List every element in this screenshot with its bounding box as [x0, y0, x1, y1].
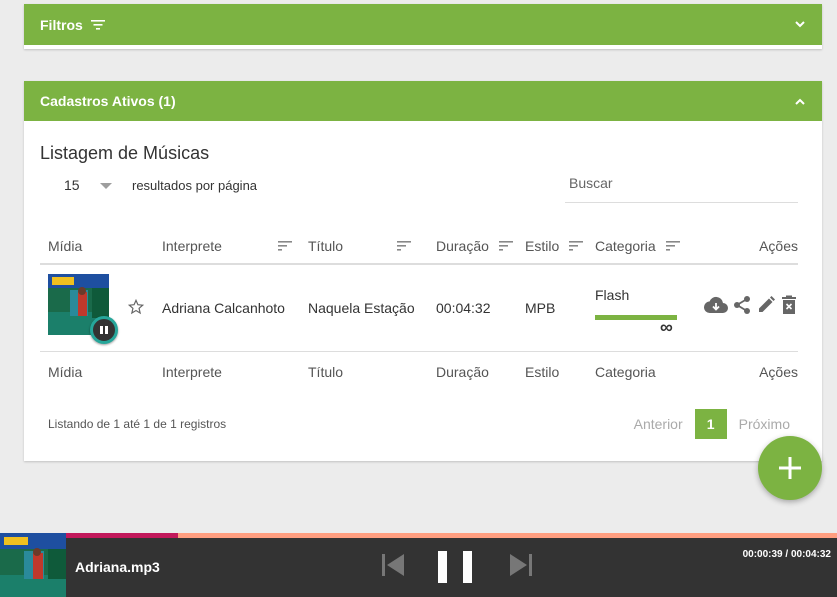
search-input[interactable] [569, 175, 798, 191]
infinity-label: ∞ [660, 317, 673, 337]
pagination-next[interactable]: Próximo [739, 416, 790, 432]
per-page-label: resultados por página [132, 177, 258, 193]
pagination: Anterior 1 Próximo [634, 409, 790, 439]
sort-icon[interactable] [397, 238, 412, 254]
share-icon[interactable] [732, 295, 752, 315]
footer-col-acoes: Ações [759, 364, 798, 380]
pause-icon [100, 326, 108, 334]
pause-button[interactable] [90, 316, 118, 344]
cadastros-panel: Cadastros Ativos (1) Listagem de Músicas… [24, 81, 822, 461]
cloud-download-icon[interactable] [704, 295, 728, 315]
footer-col-categoria: Categoria [595, 364, 656, 380]
search-field[interactable] [565, 175, 798, 203]
cadastros-title: Cadastros Ativos (1) [40, 93, 176, 109]
pencil-icon[interactable] [756, 295, 776, 315]
skip-next-icon[interactable] [508, 552, 534, 583]
col-titulo[interactable]: Título [308, 238, 412, 254]
list-title: Listagem de Músicas [40, 143, 210, 163]
cell-titulo: Naquela Estação [308, 300, 415, 316]
chevron-up-icon[interactable] [794, 95, 806, 107]
sort-icon[interactable] [569, 238, 584, 254]
add-button[interactable] [758, 436, 822, 500]
star-outline-icon[interactable] [127, 298, 145, 318]
player-cover [0, 533, 66, 597]
footer-col-titulo: Título [308, 364, 344, 380]
table-row: Adriana Calcanhoto Naquela Estação 00:04… [40, 265, 798, 351]
per-page-select[interactable]: 15 resultados por página [64, 177, 257, 193]
audio-player: Adriana.mp3 00:00:39 / 00:04:32 [0, 533, 837, 597]
footer-col-midia: Mídia [48, 364, 83, 380]
per-page-value[interactable]: 15 [64, 177, 100, 193]
footer-col-interprete: Interprete [162, 364, 222, 380]
caret-down-icon[interactable] [100, 183, 112, 189]
col-duracao[interactable]: Duração [436, 238, 513, 254]
skip-previous-icon[interactable] [380, 552, 406, 583]
col-midia: Mídia [48, 238, 83, 254]
col-estilo[interactable]: Estilo [525, 238, 584, 254]
pagination-page-current[interactable]: 1 [694, 409, 727, 439]
footer-col-estilo: Estilo [525, 364, 560, 380]
row-actions [704, 295, 798, 315]
cell-categoria: Flash [595, 287, 630, 303]
records-info: Listando de 1 até 1 de 1 registros [48, 417, 227, 431]
sort-icon[interactable] [277, 238, 292, 254]
col-categoria[interactable]: Categoria [595, 238, 680, 254]
col-acoes: Ações [759, 238, 798, 254]
cell-duracao: 00:04:32 [436, 300, 491, 316]
table-footer: Mídia Interprete Título Duração Estilo C… [40, 351, 798, 391]
sort-icon[interactable] [665, 238, 680, 254]
progress-bar[interactable] [0, 533, 837, 538]
trash-icon[interactable] [780, 295, 798, 315]
filters-header[interactable]: Filtros [24, 4, 822, 45]
player-time: 00:00:39 / 00:04:32 [742, 549, 831, 560]
cadastros-header[interactable]: Cadastros Ativos (1) [24, 81, 822, 121]
plus-icon [779, 457, 801, 479]
footer-col-duracao: Duração [436, 364, 489, 380]
cell-interprete: Adriana Calcanhoto [162, 300, 285, 316]
table-header: Mídia Interprete Título Duração Estilo C… [40, 224, 798, 265]
filter-icon [90, 17, 105, 33]
pagination-prev[interactable]: Anterior [634, 416, 683, 432]
chevron-down-icon[interactable] [794, 19, 806, 31]
player-track-title: Adriana.mp3 [75, 559, 160, 575]
cell-estilo: MPB [525, 300, 556, 316]
sort-icon[interactable] [498, 238, 513, 254]
filters-panel: Filtros [24, 4, 822, 49]
col-interprete[interactable]: Interprete [162, 238, 292, 254]
filters-title: Filtros [40, 16, 83, 33]
pause-icon[interactable] [438, 551, 472, 588]
